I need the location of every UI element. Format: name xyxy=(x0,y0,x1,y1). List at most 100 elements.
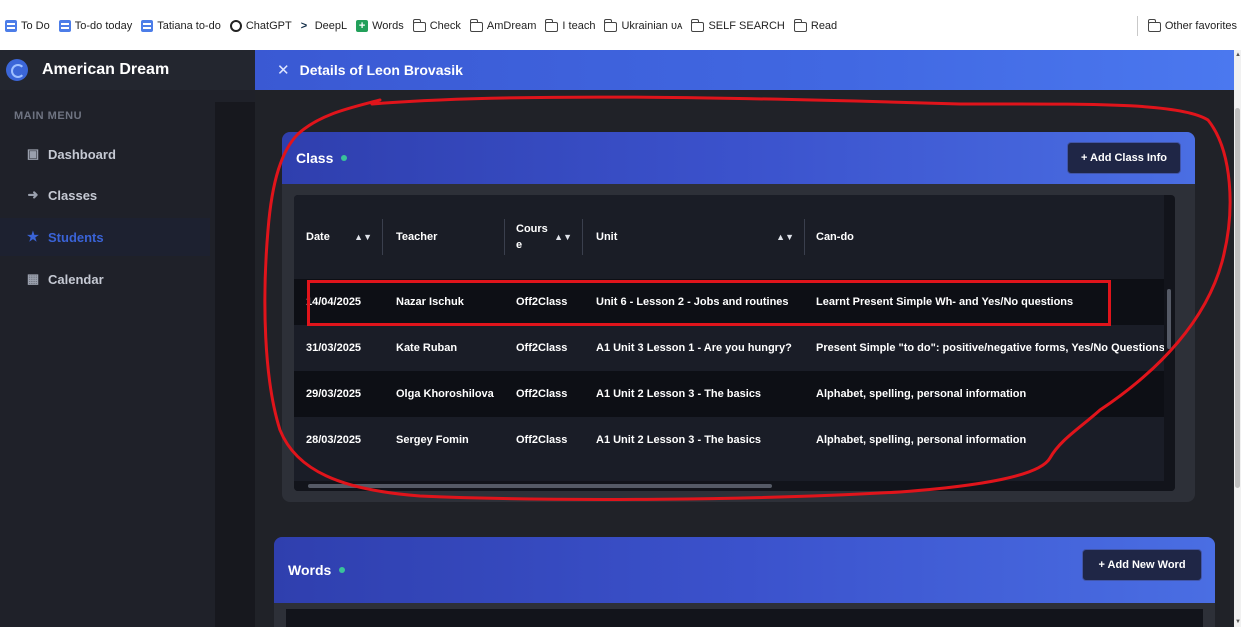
cell-cando: Present Simple "to do": positive/negativ… xyxy=(816,342,1164,354)
close-icon[interactable]: ✕ xyxy=(277,61,290,79)
todo-icon xyxy=(141,20,154,32)
cell-teacher: Sergey Fomin xyxy=(396,434,469,446)
cell-date: 28/03/2025 xyxy=(306,434,362,446)
other-favorites-button[interactable]: Other favorites xyxy=(1136,16,1237,36)
column-divider xyxy=(382,219,383,255)
bookmark-label: Ukrainian ᴜᴀ xyxy=(621,20,683,32)
chatgpt-icon xyxy=(229,20,242,32)
add-class-info-button[interactable]: + Add Class Info xyxy=(1067,142,1181,174)
scrollbar-thumb[interactable] xyxy=(1235,108,1240,488)
scroll-up-icon[interactable]: ▲ xyxy=(1235,52,1241,58)
column-label: Teacher xyxy=(396,231,438,243)
scrollbar-thumb[interactable] xyxy=(1167,289,1171,349)
details-content: Class + Add Class Info Date ▲▼ Teacher C… xyxy=(255,90,1234,627)
column-header-unit[interactable]: Unit ▲▼ xyxy=(582,195,804,279)
sort-icon[interactable]: ▲▼ xyxy=(554,232,572,242)
bookmark-label: To-do today xyxy=(74,20,133,32)
cell-unit: A1 Unit 2 Lesson 3 - The basics xyxy=(596,388,762,400)
table-header: Date ▲▼ Teacher Cours e ▲▼ Unit ▲▼ Can-d… xyxy=(294,195,1164,279)
students-icon: ✭ xyxy=(27,229,39,244)
bookmark-item[interactable]: Tatiana to-do xyxy=(141,20,221,32)
table-horizontal-scrollbar[interactable] xyxy=(294,481,1164,491)
sidebar-item-label: Students xyxy=(48,229,104,245)
table-row[interactable]: 31/03/2025 Kate Ruban Off2Class A1 Unit … xyxy=(294,325,1164,371)
column-header-cando[interactable]: Can-do xyxy=(804,195,1164,279)
bookmark-label: To Do xyxy=(21,20,50,32)
page-title: Details of Leon Brovasik xyxy=(299,62,463,78)
bookmark-item[interactable]: Ukrainian ᴜᴀ xyxy=(604,18,683,32)
page-scrollbar[interactable]: ▲ ▼ xyxy=(1234,50,1241,627)
bookmark-item[interactable]: ChatGPT xyxy=(229,20,292,32)
bookmark-item[interactable]: To-do today xyxy=(58,20,133,32)
bookmark-item[interactable]: AmDream xyxy=(469,18,537,32)
words-card: Words + Add New Word xyxy=(274,537,1215,627)
add-new-word-button[interactable]: + Add New Word xyxy=(1082,549,1202,581)
folder-icon xyxy=(793,18,807,32)
sidebar-item-dashboard[interactable]: ▣ Dashboard xyxy=(0,135,210,173)
folder-icon xyxy=(604,18,618,32)
status-dot xyxy=(341,155,348,161)
words-card-title: Words xyxy=(288,562,332,578)
class-table: Date ▲▼ Teacher Cours e ▲▼ Unit ▲▼ Can-d… xyxy=(294,195,1175,491)
cell-teacher: Kate Ruban xyxy=(396,342,458,354)
bookmark-label: Tatiana to-do xyxy=(157,20,221,32)
app-name: American Dream xyxy=(42,61,170,78)
bookmark-label: AmDream xyxy=(486,20,537,32)
cell-cando: Alphabet, spelling, personal information xyxy=(816,434,1027,446)
table-row[interactable]: 28/03/2025 Sergey Fomin Off2Class A1 Uni… xyxy=(294,417,1164,463)
sort-icon[interactable]: ▲▼ xyxy=(354,232,372,242)
table-vertical-scrollbar[interactable] xyxy=(1164,279,1175,491)
app-window: American Dream MAIN MENU ▣ Dashboard ➜ C… xyxy=(0,50,1234,627)
bookmark-item[interactable]: To Do xyxy=(5,20,50,32)
cell-course: Off2Class xyxy=(516,342,568,354)
bookmark-item[interactable]: + Words xyxy=(356,20,404,32)
scrollbar-thumb[interactable] xyxy=(308,484,772,488)
bookmark-label: DeepL xyxy=(314,20,348,32)
bookmark-item[interactable]: > DeepL xyxy=(301,20,347,32)
bookmark-label: I teach xyxy=(562,20,596,32)
table-row-partial xyxy=(294,463,1164,483)
cell-cando: Alphabet, spelling, personal information xyxy=(816,388,1027,400)
column-header-teacher[interactable]: Teacher xyxy=(382,195,504,279)
column-header-date[interactable]: Date ▲▼ xyxy=(294,195,382,279)
cell-date: 31/03/2025 xyxy=(306,342,362,354)
bookmark-item[interactable]: Check xyxy=(412,18,461,32)
sidebar-item-students[interactable]: ✭ Students xyxy=(0,218,210,256)
column-label: Date xyxy=(306,231,330,243)
table-row[interactable]: 29/03/2025 Olga Khoroshilova Off2Class A… xyxy=(294,371,1164,417)
menu-title: MAIN MENU xyxy=(14,110,83,122)
bookmark-label: Words xyxy=(372,20,404,32)
class-card-title: Class xyxy=(296,150,334,166)
column-label: Cours e xyxy=(516,223,548,251)
bookmark-item[interactable]: I teach xyxy=(545,18,596,32)
status-dot xyxy=(339,567,346,573)
folder-icon xyxy=(469,18,483,32)
bookmark-label: Read xyxy=(810,20,838,32)
bookmark-label: SELF SEARCH xyxy=(708,20,785,32)
sort-icon[interactable]: ▲▼ xyxy=(776,232,794,242)
sidebar: MAIN MENU ▣ Dashboard ➜ Classes ✭ Studen… xyxy=(0,90,255,627)
words-card-header: Words + Add New Word xyxy=(274,537,1215,603)
screen: { "bookmarks": [ {"label": "To Do", "ico… xyxy=(0,0,1241,627)
bookmark-item[interactable]: SELF SEARCH xyxy=(691,18,785,32)
cell-unit: A1 Unit 3 Lesson 1 - Are you hungry? xyxy=(596,342,792,354)
folder-icon xyxy=(691,18,705,32)
column-divider xyxy=(504,219,505,255)
todo-icon xyxy=(5,20,17,32)
cell-course: Off2Class xyxy=(516,388,568,400)
sidebar-item-label: Calendar xyxy=(48,271,104,287)
cell-course: Off2Class xyxy=(516,434,568,446)
bookmark-item[interactable]: Read xyxy=(793,18,838,32)
cell-date: 29/03/2025 xyxy=(306,388,362,400)
sidebar-header: American Dream xyxy=(0,50,255,90)
todo-icon xyxy=(58,20,71,32)
scroll-down-icon[interactable]: ▼ xyxy=(1235,619,1241,625)
other-favorites-label: Other favorites xyxy=(1164,20,1237,32)
column-header-course[interactable]: Cours e ▲▼ xyxy=(504,195,582,279)
folder-icon xyxy=(545,18,559,32)
class-card-header: Class + Add Class Info xyxy=(282,132,1195,184)
cell-teacher: Olga Khoroshilova xyxy=(396,388,494,400)
sidebar-item-classes[interactable]: ➜ Classes xyxy=(0,176,210,214)
sidebar-item-calendar[interactable]: ▦ Calendar xyxy=(0,260,210,298)
logo-icon xyxy=(6,59,28,81)
